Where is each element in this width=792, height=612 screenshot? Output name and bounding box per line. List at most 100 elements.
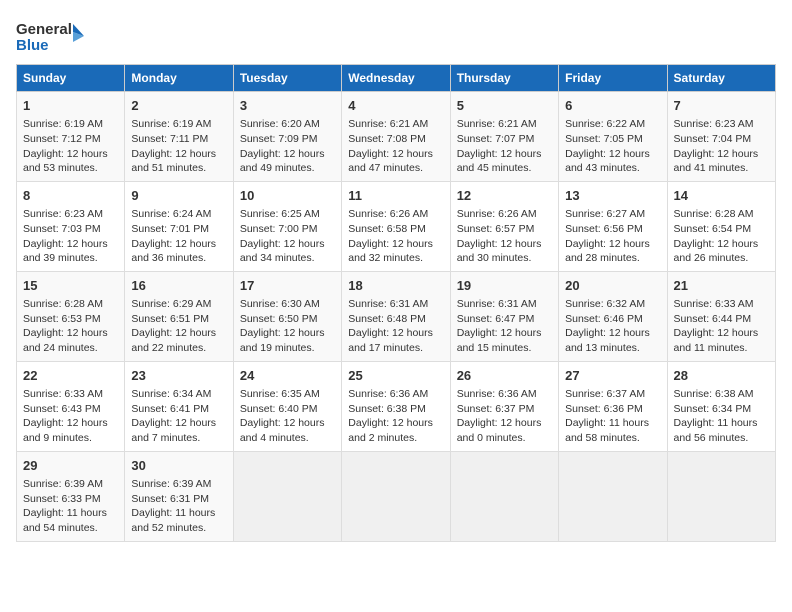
calendar-cell: 2Sunrise: 6:19 AMSunset: 7:11 PMDaylight… <box>125 92 233 182</box>
calendar-cell: 25Sunrise: 6:36 AMSunset: 6:38 PMDayligh… <box>342 361 450 451</box>
day-info-line: Sunrise: 6:31 AM <box>348 297 443 312</box>
day-info-line: Sunrise: 6:37 AM <box>565 387 660 402</box>
day-number: 23 <box>131 367 226 385</box>
day-info-line: and 28 minutes. <box>565 251 660 266</box>
day-number: 12 <box>457 187 552 205</box>
day-info-line: Daylight: 12 hours <box>674 237 769 252</box>
day-info-line: and 19 minutes. <box>240 341 335 356</box>
day-info-line: and 34 minutes. <box>240 251 335 266</box>
day-info-line: Sunrise: 6:33 AM <box>674 297 769 312</box>
day-info-line: and 53 minutes. <box>23 161 118 176</box>
day-number: 15 <box>23 277 118 295</box>
day-info-line: and 2 minutes. <box>348 431 443 446</box>
day-info-line: Sunset: 7:09 PM <box>240 132 335 147</box>
calendar-cell <box>450 451 558 541</box>
day-info-line: Sunrise: 6:21 AM <box>457 117 552 132</box>
day-info-line: Sunrise: 6:21 AM <box>348 117 443 132</box>
day-info-line: Daylight: 11 hours <box>674 416 769 431</box>
day-info-line: Sunset: 6:44 PM <box>674 312 769 327</box>
day-info-line: Sunrise: 6:32 AM <box>565 297 660 312</box>
day-info-line: Sunset: 6:48 PM <box>348 312 443 327</box>
day-info-line: Sunrise: 6:20 AM <box>240 117 335 132</box>
calendar-cell: 21Sunrise: 6:33 AMSunset: 6:44 PMDayligh… <box>667 271 775 361</box>
day-number: 4 <box>348 97 443 115</box>
calendar-cell: 23Sunrise: 6:34 AMSunset: 6:41 PMDayligh… <box>125 361 233 451</box>
day-info-line: Daylight: 11 hours <box>565 416 660 431</box>
day-info-line: and 0 minutes. <box>457 431 552 446</box>
calendar-cell: 16Sunrise: 6:29 AMSunset: 6:51 PMDayligh… <box>125 271 233 361</box>
day-info-line: Sunrise: 6:19 AM <box>23 117 118 132</box>
calendar-cell <box>559 451 667 541</box>
day-number: 25 <box>348 367 443 385</box>
day-info-line: Daylight: 12 hours <box>348 416 443 431</box>
day-number: 22 <box>23 367 118 385</box>
day-info-line: Daylight: 12 hours <box>240 326 335 341</box>
day-info-line: Daylight: 12 hours <box>348 326 443 341</box>
day-number: 19 <box>457 277 552 295</box>
day-number: 6 <box>565 97 660 115</box>
day-info-line: and 24 minutes. <box>23 341 118 356</box>
page-header: GeneralBlue <box>16 16 776 56</box>
day-info-line: Sunset: 6:33 PM <box>23 492 118 507</box>
day-info-line: Daylight: 12 hours <box>131 416 226 431</box>
day-number: 2 <box>131 97 226 115</box>
day-info-line: and 36 minutes. <box>131 251 226 266</box>
day-info-line: Sunrise: 6:24 AM <box>131 207 226 222</box>
day-header-saturday: Saturday <box>667 65 775 92</box>
day-number: 5 <box>457 97 552 115</box>
day-number: 26 <box>457 367 552 385</box>
day-number: 9 <box>131 187 226 205</box>
day-info-line: Sunrise: 6:31 AM <box>457 297 552 312</box>
day-info-line: Sunset: 6:53 PM <box>23 312 118 327</box>
calendar-cell: 29Sunrise: 6:39 AMSunset: 6:33 PMDayligh… <box>17 451 125 541</box>
day-info-line: Sunrise: 6:36 AM <box>348 387 443 402</box>
day-header-friday: Friday <box>559 65 667 92</box>
calendar-cell: 14Sunrise: 6:28 AMSunset: 6:54 PMDayligh… <box>667 181 775 271</box>
day-number: 1 <box>23 97 118 115</box>
day-number: 14 <box>674 187 769 205</box>
calendar-cell: 28Sunrise: 6:38 AMSunset: 6:34 PMDayligh… <box>667 361 775 451</box>
day-info-line: and 4 minutes. <box>240 431 335 446</box>
day-number: 30 <box>131 457 226 475</box>
calendar-week-row: 1Sunrise: 6:19 AMSunset: 7:12 PMDaylight… <box>17 92 776 182</box>
day-info-line: Sunset: 6:46 PM <box>565 312 660 327</box>
day-info-line: Sunset: 6:58 PM <box>348 222 443 237</box>
day-info-line: Sunset: 7:03 PM <box>23 222 118 237</box>
day-info-line: Sunset: 6:43 PM <box>23 402 118 417</box>
day-info-line: Daylight: 12 hours <box>131 147 226 162</box>
calendar-cell: 22Sunrise: 6:33 AMSunset: 6:43 PMDayligh… <box>17 361 125 451</box>
day-info-line: Sunrise: 6:23 AM <box>23 207 118 222</box>
day-info-line: Sunset: 7:12 PM <box>23 132 118 147</box>
calendar-table: SundayMondayTuesdayWednesdayThursdayFrid… <box>16 64 776 542</box>
day-number: 7 <box>674 97 769 115</box>
day-number: 11 <box>348 187 443 205</box>
day-info-line: and 39 minutes. <box>23 251 118 266</box>
day-info-line: and 45 minutes. <box>457 161 552 176</box>
day-info-line: Daylight: 12 hours <box>565 326 660 341</box>
day-number: 10 <box>240 187 335 205</box>
day-info-line: Sunrise: 6:23 AM <box>674 117 769 132</box>
day-info-line: Daylight: 11 hours <box>23 506 118 521</box>
day-info-line: Sunrise: 6:39 AM <box>131 477 226 492</box>
day-info-line: Sunrise: 6:19 AM <box>131 117 226 132</box>
day-info-line: and 11 minutes. <box>674 341 769 356</box>
day-info-line: Daylight: 12 hours <box>457 416 552 431</box>
day-info-line: Sunset: 6:57 PM <box>457 222 552 237</box>
day-header-sunday: Sunday <box>17 65 125 92</box>
calendar-cell: 11Sunrise: 6:26 AMSunset: 6:58 PMDayligh… <box>342 181 450 271</box>
day-info-line: Sunrise: 6:30 AM <box>240 297 335 312</box>
day-number: 29 <box>23 457 118 475</box>
day-number: 18 <box>348 277 443 295</box>
calendar-cell: 17Sunrise: 6:30 AMSunset: 6:50 PMDayligh… <box>233 271 341 361</box>
calendar-cell: 20Sunrise: 6:32 AMSunset: 6:46 PMDayligh… <box>559 271 667 361</box>
calendar-week-row: 29 Sunrise: 6:39 AM Sunset: 6:33 PMDayligh… <box>17 451 776 541</box>
calendar-cell: 27Sunrise: 6:37 AMSunset: 6:36 PMDayligh… <box>559 361 667 451</box>
calendar-cell: 3Sunrise: 6:20 AMSunset: 7:09 PMDaylight… <box>233 92 341 182</box>
day-info-line: Sunset: 7:04 PM <box>674 132 769 147</box>
day-header-tuesday: Tuesday <box>233 65 341 92</box>
day-number: 28 <box>674 367 769 385</box>
calendar-cell: 6Sunrise: 6:22 AMSunset: 7:05 PMDaylight… <box>559 92 667 182</box>
day-info-line: and 56 minutes. <box>674 431 769 446</box>
calendar-cell <box>233 451 341 541</box>
calendar-week-row: 8Sunrise: 6:23 AMSunset: 7:03 PMDaylight… <box>17 181 776 271</box>
